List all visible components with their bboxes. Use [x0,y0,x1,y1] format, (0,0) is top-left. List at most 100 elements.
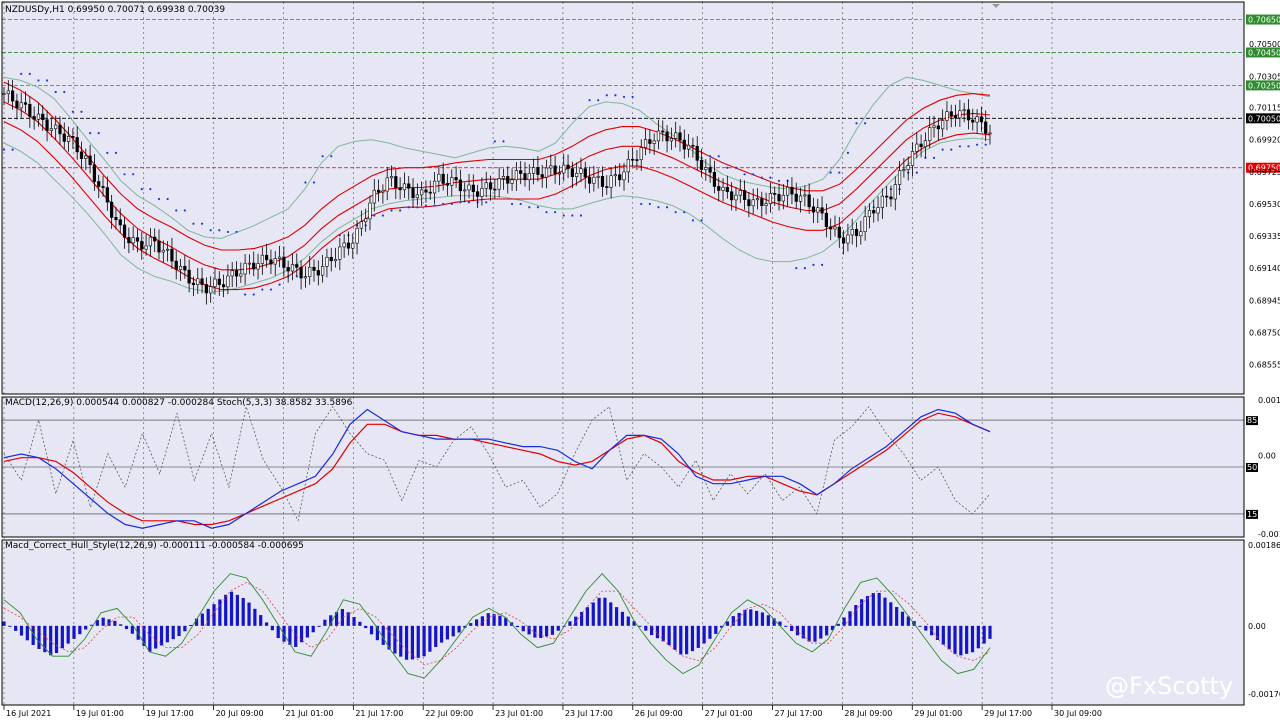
hull-histogram-bar [702,625,706,644]
price-tick: 0.69335 [1249,232,1280,241]
candle-body [342,242,346,248]
hull-histogram-bar [918,625,922,627]
sar-dot [588,99,591,102]
sar-dot [106,151,109,154]
sar-dot [958,145,961,148]
candle-body [902,169,906,171]
sar-dot [950,148,953,151]
hull-histogram-bar [270,625,274,631]
candle-body [816,207,820,213]
candle-body [58,124,62,135]
price-tick: 0.69530 [1249,200,1280,209]
hull-histogram-bar [19,625,24,636]
hull-histogram-bar [451,625,455,637]
hull-histogram-bar [177,625,181,637]
hull-histogram-bar [218,599,222,626]
candle-body [84,155,88,159]
hull-histogram-bar [49,625,53,656]
candle-body [708,167,712,173]
price-tick: 0.68750 [1249,328,1280,337]
hull-histogram-bar [889,602,893,626]
sar-dot [631,95,634,99]
candle-body [290,264,295,272]
candle-body [2,93,6,95]
chart-canvas: 0.706500.704500.702500.700500.697500.705… [0,0,1280,723]
candle-body [420,189,424,196]
sar-dot [2,148,6,151]
candle-body [49,128,53,131]
candle-body [557,172,562,175]
sar-dot [442,202,445,206]
candle-body [407,183,411,189]
sar-dot [493,140,496,143]
candle-body [923,140,928,148]
candle-body [936,125,940,130]
candle-body [170,248,174,262]
candle-body [316,270,320,276]
candle-body [217,278,221,285]
sar-dot [820,263,824,266]
candle-body [682,139,686,150]
candle-body [23,102,28,105]
sar-dot [734,166,738,169]
candle-body [243,262,247,275]
hull-histogram-bar [953,625,957,655]
candle-body [773,193,777,195]
candle-body [635,159,639,161]
hull-histogram-bar [247,602,251,626]
candle-body [488,182,493,190]
candle-body [984,121,988,134]
hull-histogram-bar [597,597,601,626]
candle-body [252,262,256,270]
candle-body [41,113,45,121]
hull-histogram-bar [690,625,695,652]
candle-body [695,145,699,161]
sar-dot [269,288,273,291]
sar-dot [605,94,608,97]
candle-body [833,226,837,230]
candle-body [962,109,966,112]
sar-dot [235,230,238,234]
candle-body [424,189,428,193]
candle-body [364,218,368,223]
candle-body [941,120,945,130]
hull-histogram-bar [299,625,304,643]
candle-body [643,139,648,148]
candle-body [622,171,626,181]
sar-dot [777,179,781,182]
price-panel[interactable] [2,2,1244,394]
candle-body [11,90,15,102]
time-label: 21 Jul 17:00 [355,709,403,718]
hull-histogram-bar [714,625,718,634]
sar-dot [545,211,548,214]
candle-body [872,210,876,214]
candle-body [661,130,665,133]
candle-body [820,207,824,214]
time-label: 28 Jul 09:00 [844,709,892,718]
hull-histogram-bar [124,625,129,630]
candle-body [656,130,661,142]
price-tick: 0.70115 [1249,104,1280,113]
hull-histogram-bar [317,625,321,627]
candle-body [385,177,389,192]
candle-body [282,256,286,268]
candle-body [863,216,867,233]
hull-histogram-bar [865,596,870,626]
hull-histogram-bar [895,607,899,626]
hull-histogram-bar [521,625,525,632]
candle-body [587,176,592,184]
candle-body [62,133,66,142]
price-tick: 0.69920 [1249,136,1280,145]
candle-body [454,177,458,181]
candle-body [932,125,936,128]
sar-dot [571,214,574,217]
sar-dot [554,211,557,214]
candle-body [325,256,329,267]
candle-body [15,100,19,109]
candle-body [798,195,803,202]
candle-body [549,165,553,169]
candle-body [928,127,932,141]
sar-dot [932,156,936,159]
sar-dot [261,288,264,291]
candle-body [777,194,781,202]
